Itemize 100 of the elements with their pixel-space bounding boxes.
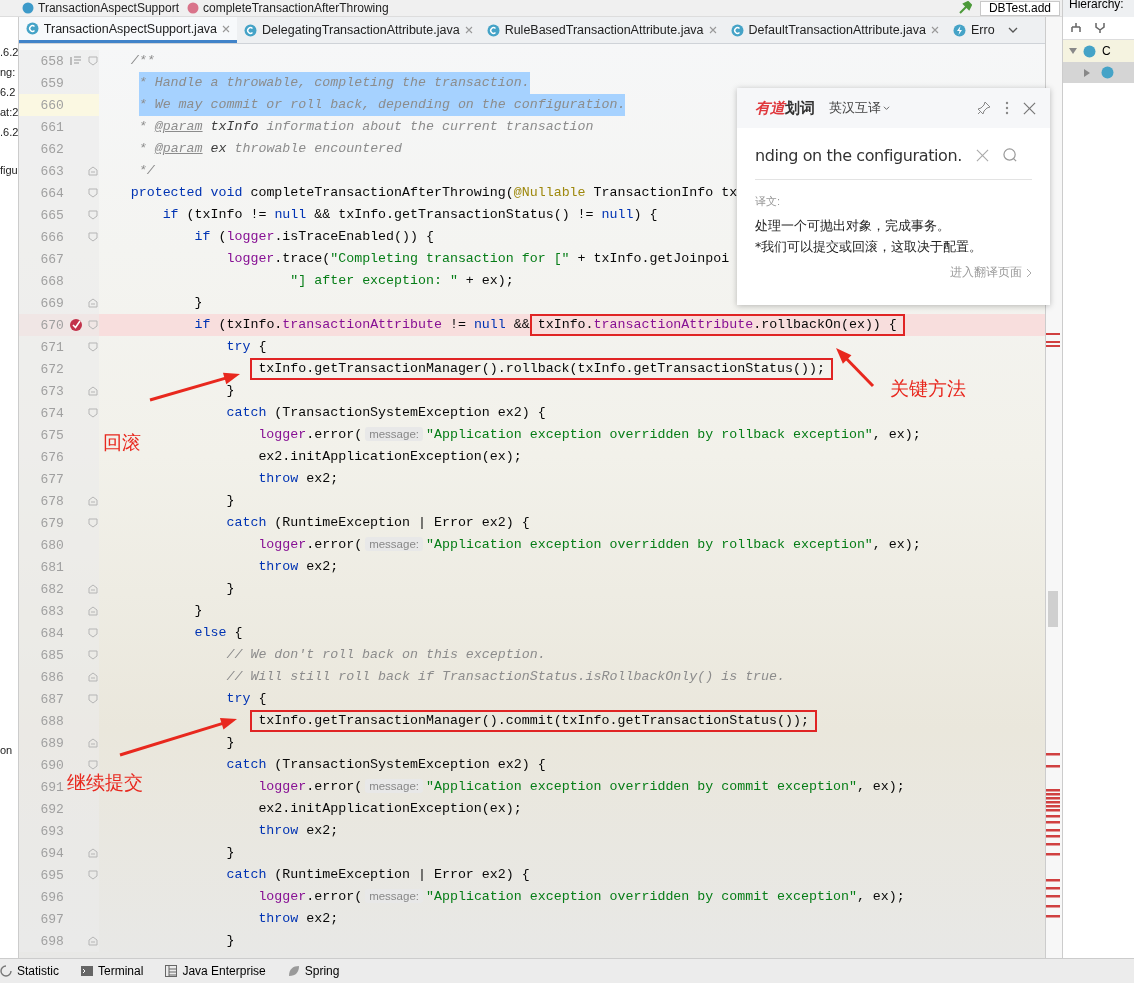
code-line: if (logger.isTraceEnabled()) { <box>194 228 434 246</box>
collapsed-triangle-icon[interactable] <box>1083 68 1091 77</box>
leaf-icon <box>287 965 300 977</box>
tool-window-button[interactable]: Statistic <box>17 964 59 978</box>
editor-tab[interactable]: DelegatingTransactionAttribute.java <box>237 17 480 43</box>
close-icon[interactable] <box>708 26 717 34</box>
fold-end-icon[interactable] <box>88 496 99 506</box>
editor-tab[interactable]: RuleBasedTransactionAttribute.java <box>479 17 724 43</box>
query-field[interactable]: nding on the configuration. <box>755 146 962 165</box>
fold-icon[interactable] <box>88 232 99 242</box>
line-number: 687 <box>39 691 64 707</box>
code-line: } <box>194 602 203 620</box>
panel-title: Hierarchy: <box>1063 0 1134 17</box>
translation-text: *我们可以提交或回滚，这取决于配置。 <box>755 238 984 256</box>
fold-end-icon[interactable] <box>88 848 99 858</box>
code-line: "] after exception: " + ex); <box>290 272 514 290</box>
hierarchy-icon[interactable] <box>1093 21 1107 35</box>
editor-tab[interactable]: DefaultTransactionAttribute.java <box>723 17 946 43</box>
fold-end-icon[interactable] <box>88 298 99 308</box>
panel-text: figu <box>0 163 18 177</box>
code-line: catch (TransactionSystemException ex2) { <box>226 756 546 774</box>
line-number: 661 <box>39 119 64 135</box>
close-icon[interactable] <box>464 26 473 34</box>
close-icon[interactable] <box>1023 101 1036 115</box>
pie-icon <box>0 965 12 977</box>
breakpoint-icon[interactable] <box>68 318 83 332</box>
panel-text: at:2 <box>0 105 18 119</box>
line-number: 667 <box>39 251 64 267</box>
line-number: 680 <box>39 537 64 553</box>
code-line: /** <box>130 52 155 70</box>
hammer-icon[interactable] <box>957 1 972 15</box>
line-number: 694 <box>39 845 64 861</box>
close-icon[interactable] <box>222 24 231 33</box>
editor-tab[interactable]: Erro <box>946 17 1002 43</box>
line-number: 691 <box>39 779 64 795</box>
code-line: } <box>226 844 235 862</box>
close-icon[interactable] <box>931 26 939 34</box>
code-line: if (txInfo != null && txInfo.getTransactionStatus() != null) { <box>162 206 658 224</box>
line-number: 679 <box>39 515 64 531</box>
pin-icon[interactable] <box>977 101 991 115</box>
code-line: * @param txInfo information about the current transaction <box>138 118 594 136</box>
fold-end-icon[interactable] <box>88 386 99 396</box>
fold-icon[interactable] <box>88 650 99 660</box>
tool-window-button[interactable]: Terminal <box>98 964 144 978</box>
line-number: 682 <box>39 581 64 597</box>
code-line: // We don't roll back on this exception. <box>226 646 546 664</box>
fold-icon[interactable] <box>88 518 99 528</box>
fold-end-icon[interactable] <box>88 606 99 616</box>
fold-icon[interactable] <box>88 870 99 880</box>
line-number: 676 <box>39 449 64 465</box>
fold-icon[interactable] <box>88 760 99 770</box>
line-number: 658 <box>39 53 64 69</box>
fold-icon[interactable] <box>88 210 99 220</box>
fold-end-icon[interactable] <box>88 738 99 748</box>
breadcrumb-item[interactable]: TransactionAspectSupport <box>38 1 179 15</box>
fold-end-icon[interactable] <box>88 936 99 946</box>
expand-triangle-icon[interactable] <box>1069 47 1077 55</box>
line-number: 669 <box>39 295 64 311</box>
fold-icon[interactable] <box>88 694 99 704</box>
chevron-right-icon[interactable] <box>1026 267 1032 278</box>
breadcrumb-item[interactable]: completeTransactionAfterThrowing <box>202 1 389 15</box>
more-icon[interactable] <box>1005 101 1009 115</box>
hierarchy-icon[interactable] <box>1069 21 1083 35</box>
annotation-label: 关键方法 <box>890 376 966 401</box>
line-number: 673 <box>39 383 64 399</box>
code-line: catch (RuntimeException | Error ex2) { <box>226 514 530 532</box>
brand-logo: 有道划词 <box>755 98 815 118</box>
search-icon[interactable] <box>1002 148 1018 163</box>
fold-end-icon[interactable] <box>88 672 99 682</box>
line-number: 666 <box>39 229 64 245</box>
tree-item[interactable]: C <box>1102 44 1111 58</box>
tool-window-button[interactable]: Spring <box>304 964 340 978</box>
fold-icon[interactable] <box>88 188 99 198</box>
tree-row[interactable] <box>1063 62 1134 83</box>
editor-tab[interactable]: TransactionAspectSupport.java <box>18 17 238 43</box>
line-number: 660 <box>39 97 64 113</box>
chevron-down-icon[interactable] <box>1007 25 1018 35</box>
panel-text: ng: <box>0 65 17 79</box>
tool-window-button[interactable]: Java Enterprise <box>182 964 266 978</box>
code-line: logger.error( message: "Application exception overridden by commit exception", ex); <box>258 778 905 796</box>
fold-icon[interactable] <box>88 628 99 638</box>
code-line: throw ex2; <box>258 470 339 488</box>
fold-icon[interactable] <box>88 408 99 418</box>
fold-icon[interactable] <box>88 320 99 330</box>
line-number: 688 <box>39 713 64 729</box>
code-line: // Will still roll back if TransactionStatus.isRollbackOnly() is true. <box>226 668 786 686</box>
fold-icon[interactable] <box>88 56 99 66</box>
fold-end-icon[interactable] <box>88 166 99 176</box>
language-dropdown[interactable]: 英汉互译 <box>829 99 890 117</box>
code-line: } <box>226 734 235 752</box>
list-lines-icon[interactable] <box>68 54 83 68</box>
chevron-down-icon[interactable] <box>883 104 890 112</box>
line-number: 671 <box>39 339 64 355</box>
clear-icon[interactable] <box>975 149 989 162</box>
line-number: 695 <box>39 867 64 883</box>
fold-end-icon[interactable] <box>88 584 99 594</box>
line-number: 693 <box>39 823 64 839</box>
run-config-dropdown[interactable]: DBTest.add <box>979 0 1060 16</box>
line-number: 685 <box>39 647 64 663</box>
fold-icon[interactable] <box>88 342 99 352</box>
